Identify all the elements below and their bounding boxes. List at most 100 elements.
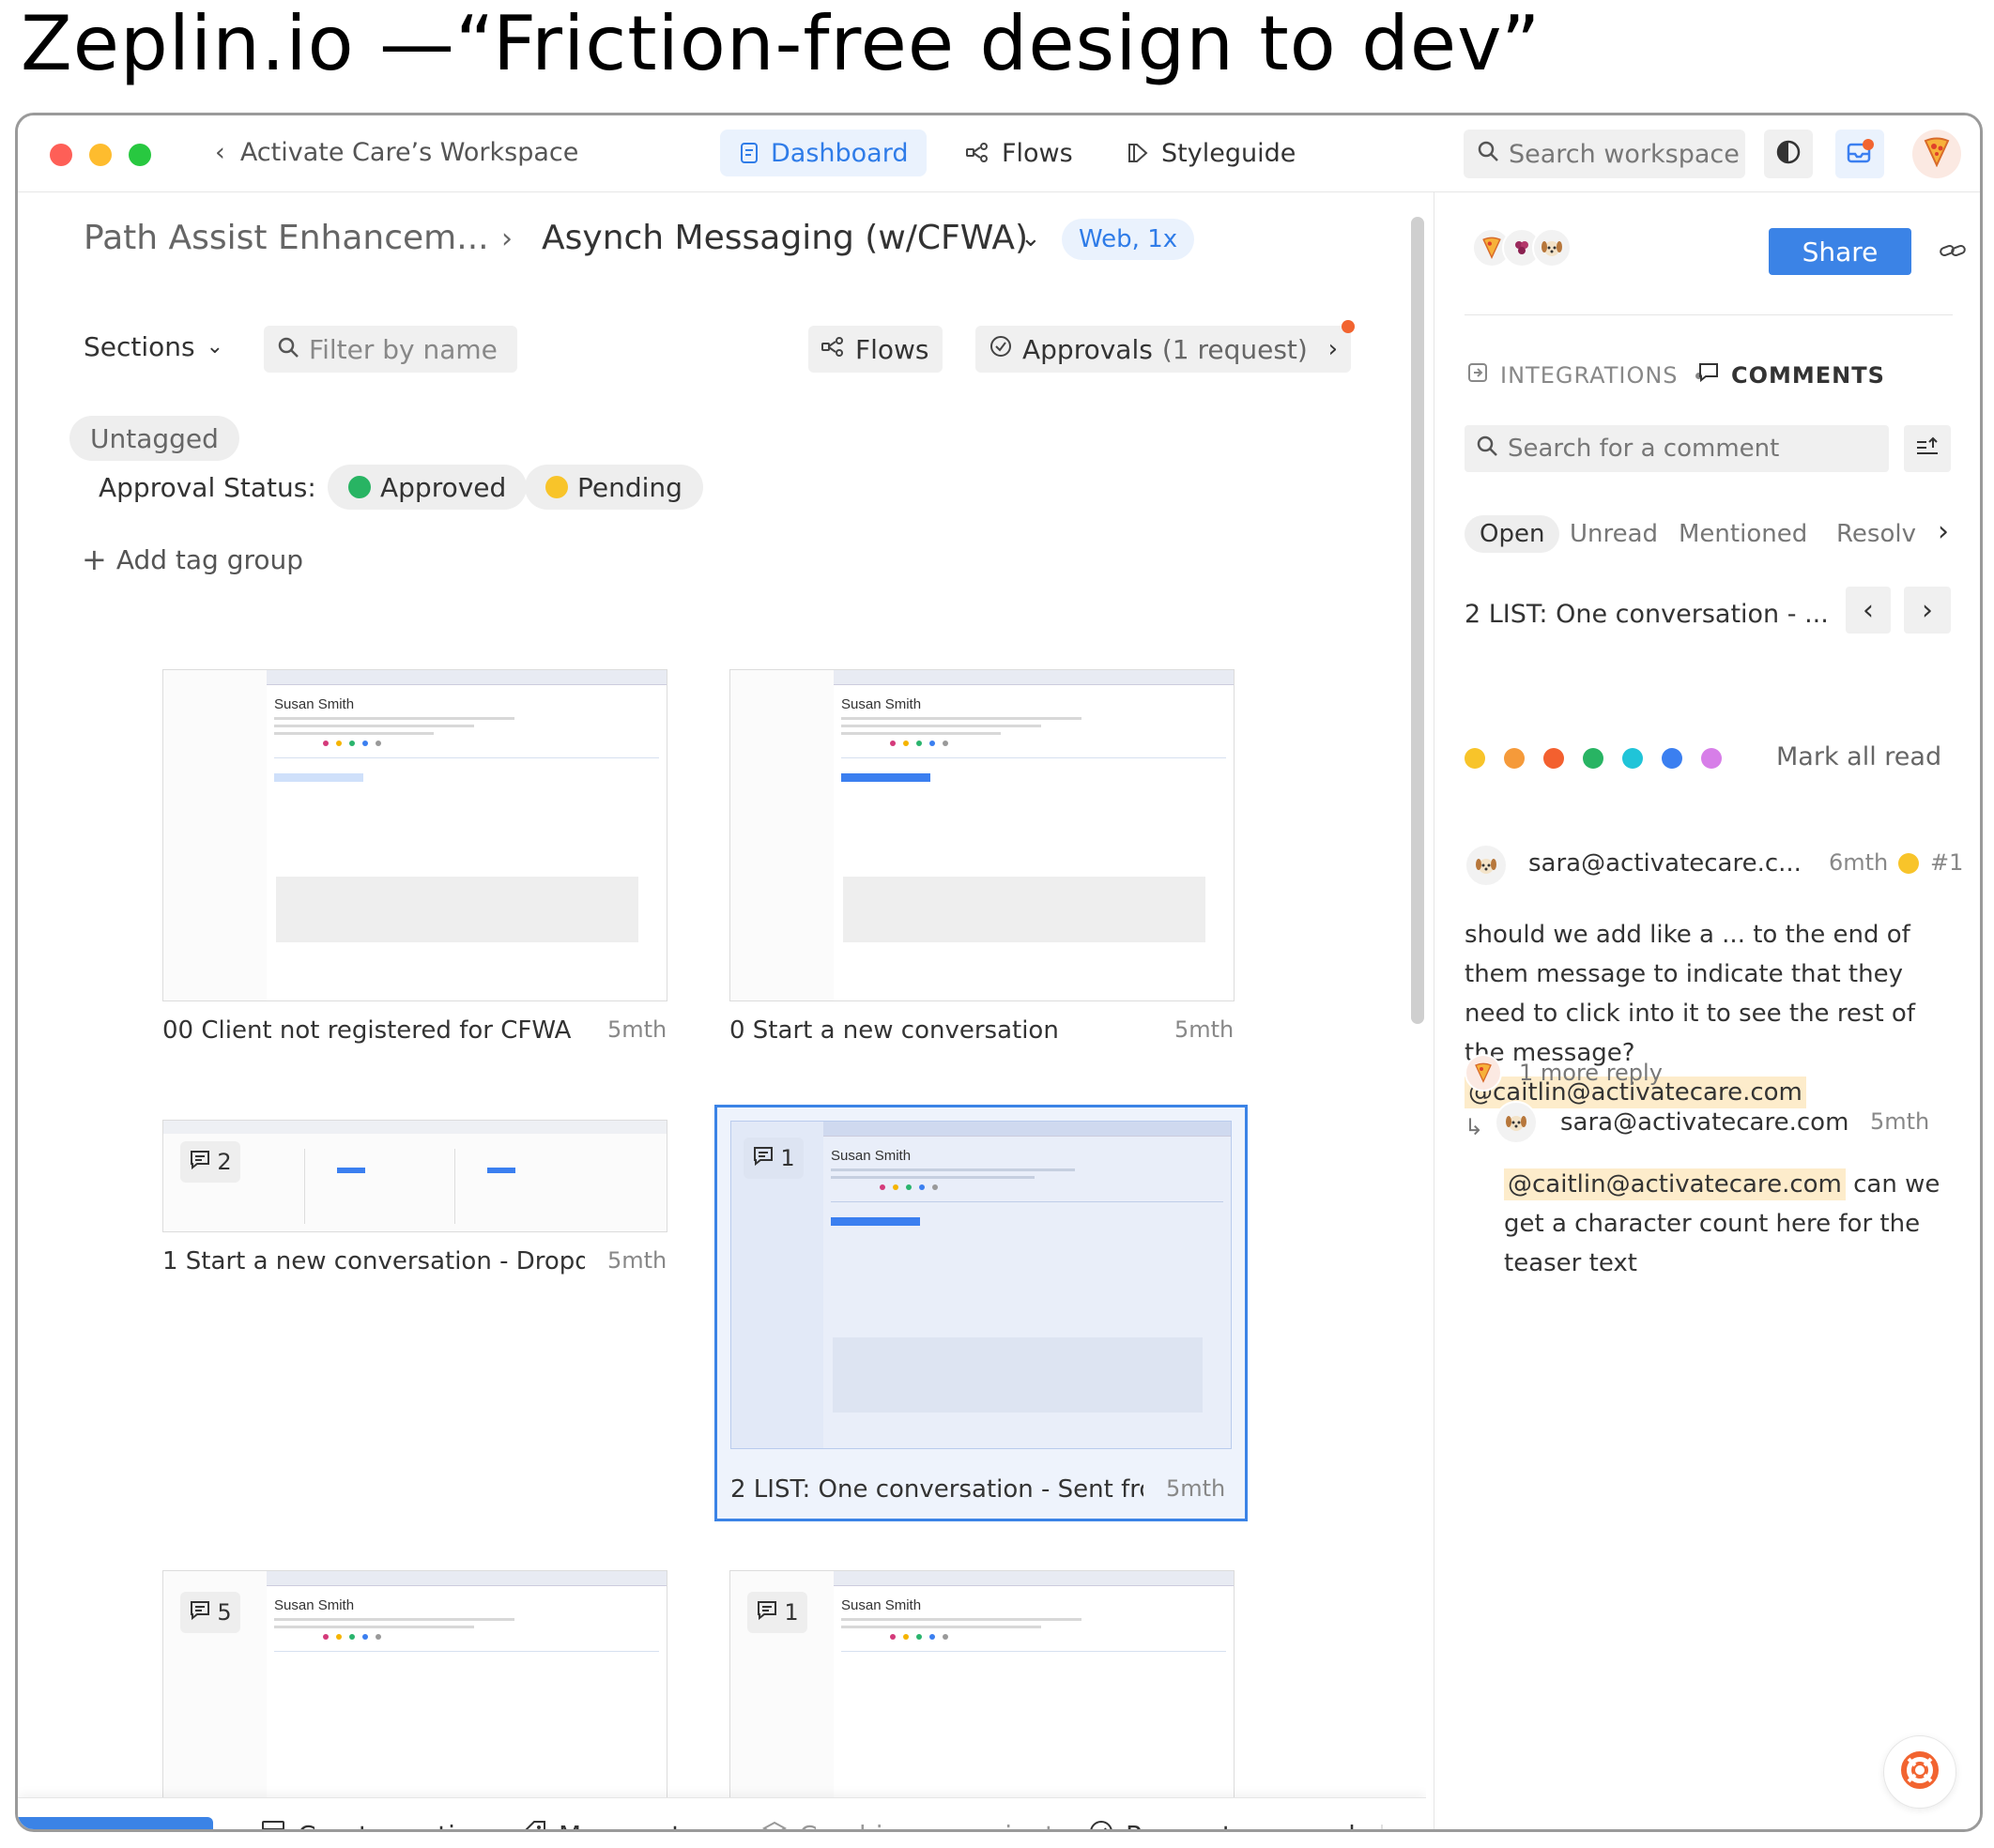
filter-pending[interactable]: Pending (525, 465, 703, 510)
reply-author[interactable]: sara@activatecare.com (1560, 1108, 1848, 1137)
filter-unread[interactable]: Unread (1555, 515, 1673, 553)
mark-all-read-button[interactable]: Mark all read (1776, 742, 1941, 771)
share-button[interactable]: Share (1769, 228, 1911, 275)
chevron-down-icon[interactable]: ⌄ (1020, 224, 1041, 252)
tab-flows[interactable]: Flows (947, 130, 1092, 176)
tag-icon (521, 1819, 547, 1829)
previous-thread-button[interactable]: ‹ (1846, 587, 1891, 634)
minimize-window-button[interactable] (89, 144, 112, 166)
screen-title[interactable]: 0 Start a new conversation (729, 1016, 1152, 1045)
sections-dropdown[interactable]: Sections ⌄ (84, 331, 223, 362)
workspace-search-input[interactable]: Search workspace (1464, 130, 1745, 178)
styleguide-icon (1126, 142, 1150, 164)
section-icon (260, 1819, 286, 1829)
theme-toggle-button[interactable] (1764, 130, 1813, 178)
inbox-icon (1846, 139, 1874, 169)
tab-integrations[interactable]: INTEGRATIONS (1466, 361, 1702, 389)
link-icon[interactable] (1938, 239, 1968, 266)
breadcrumb-separator-icon: › (501, 222, 513, 255)
close-window-button[interactable] (50, 144, 72, 166)
tab-styleguide[interactable]: Styleguide (1107, 130, 1314, 176)
filter-mentioned[interactable]: Mentioned (1664, 515, 1822, 553)
tab-dashboard[interactable]: Dashboard (720, 130, 928, 176)
screen-thumbnail-selected[interactable]: Susan Smith 1 2 LIST: One conversation -… (714, 1105, 1248, 1521)
filter-input[interactable]: Filter by name (264, 326, 517, 373)
combine-variants-button[interactable]: Combine as variants (761, 1819, 1069, 1829)
comment-author[interactable]: sara@activatecare.c... (1528, 849, 1802, 878)
sort-button[interactable] (1904, 425, 1951, 472)
chevron-down-icon: ⌄ (206, 335, 224, 359)
reply-arrow-icon: ↳ (1465, 1114, 1484, 1140)
screen-time: 5mth (1166, 1475, 1226, 1502)
chevron-right-icon: › (1922, 593, 1933, 627)
tab-comments[interactable]: COMMENTS (1697, 361, 1885, 389)
collaborator-avatars[interactable] (1472, 228, 1572, 267)
screen-thumbnail[interactable]: Susan Smith (729, 669, 1235, 1001)
comment-search-input[interactable]: Search for a comment (1465, 425, 1889, 472)
color-filter-cyan[interactable] (1622, 748, 1643, 769)
comment-count-badge: 1 (744, 1138, 804, 1179)
screen-title[interactable]: 00 Client not registered for CFWA (162, 1016, 585, 1045)
comment-icon (752, 1145, 775, 1171)
filter-resolved[interactable]: Resolv (1821, 515, 1926, 553)
approved-dot (348, 476, 371, 498)
screen-thumbnail[interactable]: Susan Smith (162, 669, 667, 1001)
notifications-button[interactable] (1835, 130, 1884, 178)
contrast-icon (1775, 139, 1802, 169)
request-approval-button[interactable]: Request approval (1088, 1819, 1356, 1829)
thread-title: 2 LIST: One conversation - ... (1465, 600, 1829, 629)
integrations-icon (1466, 361, 1489, 389)
comment-icon (1697, 361, 1720, 389)
more-replies-link[interactable]: 1 more reply (1519, 1060, 1663, 1086)
filter-approved[interactable]: Approved (328, 465, 528, 510)
check-circle-icon (1088, 1819, 1114, 1829)
manage-tags-button[interactable]: Manage tags (521, 1819, 729, 1829)
breadcrumb-parent[interactable]: Path Assist Enhancem... (84, 219, 489, 257)
color-filter-blue[interactable] (1662, 748, 1682, 769)
dog-avatar (1465, 844, 1508, 887)
selection-count-badge[interactable]: screen selected (18, 1817, 213, 1829)
lifebuoy-icon (1899, 1749, 1940, 1795)
pizza-icon (1923, 137, 1951, 171)
chevron-left-icon: ‹ (1863, 593, 1874, 627)
color-filter-yellow[interactable] (1465, 748, 1485, 769)
approvals-button[interactable]: Approvals (1 request) › (975, 326, 1351, 373)
platform-badge: Web, 1x (1062, 219, 1195, 260)
mention[interactable]: @caitlin@activatecare.com (1504, 1168, 1846, 1200)
maximize-window-button[interactable] (129, 144, 151, 166)
comment-time: 6mth (1829, 849, 1889, 876)
plus-icon: + (82, 542, 107, 577)
comment-icon (189, 1599, 211, 1626)
title-bar: ‹ Activate Care’s Workspace Dashboard Fl… (18, 115, 1980, 192)
flows-icon (966, 142, 990, 164)
screen-thumbnail[interactable]: 2 (162, 1120, 667, 1232)
color-filter-red[interactable] (1543, 748, 1564, 769)
chevron-right-icon[interactable]: › (1938, 515, 1949, 548)
screen-title[interactable]: 2 LIST: One conversation - Sent fron (730, 1475, 1143, 1504)
create-section-button[interactable]: Create section (260, 1819, 488, 1829)
screen-thumbnail[interactable]: Susan Smith 1 (729, 1570, 1235, 1814)
user-avatar[interactable] (1912, 130, 1961, 178)
pizza-avatar (1465, 1054, 1502, 1092)
sort-icon (1915, 436, 1940, 461)
add-tag-group-button[interactable]: + Add tag group (82, 542, 303, 577)
page-caption: Zeplin.io —“Friction-free design to dev” (21, 0, 1542, 87)
color-filter-orange[interactable] (1504, 748, 1525, 769)
main-scrollbar[interactable] (1411, 217, 1424, 1024)
color-filter-green[interactable] (1583, 748, 1603, 769)
screen-title[interactable]: 1 Start a new conversation - Dropdo (162, 1247, 585, 1275)
color-filter-purple[interactable] (1701, 748, 1722, 769)
filter-open[interactable]: Open (1465, 515, 1560, 553)
screen-time: 5mth (1174, 1016, 1235, 1043)
flows-button[interactable]: Flows (808, 326, 943, 373)
search-icon (1476, 435, 1498, 464)
screen-thumbnail[interactable]: Susan Smith 5 (162, 1570, 667, 1814)
next-thread-button[interactable]: › (1904, 587, 1951, 634)
help-button[interactable] (1883, 1735, 1956, 1809)
document-icon (739, 142, 759, 164)
chevron-left-icon: ‹ (215, 138, 225, 167)
workspace-back-link[interactable]: ‹ Activate Care’s Workspace (215, 138, 578, 167)
breadcrumb-current[interactable]: Asynch Messaging (w/CFWA) (542, 219, 1028, 257)
comment-icon (189, 1149, 211, 1175)
tag-untagged[interactable]: Untagged (69, 416, 239, 461)
